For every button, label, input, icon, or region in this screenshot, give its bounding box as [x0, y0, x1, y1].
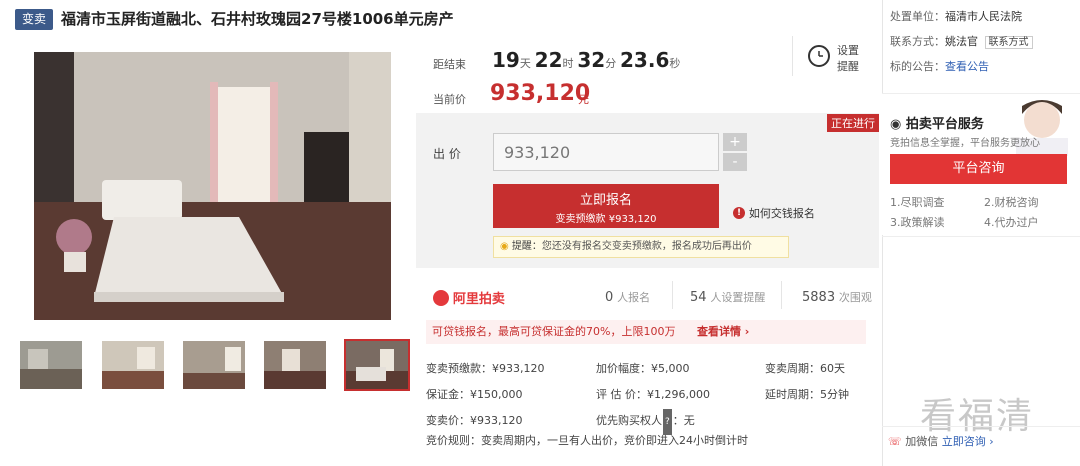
details-grid: 变卖预缴款：¥933,120 加价幅度：¥5,000 变卖周期：60天 保证金：¥1… [426, 356, 876, 435]
thumbnail-5-selected[interactable] [344, 339, 410, 391]
service-item-4[interactable]: 4.代办过户 [984, 214, 1039, 230]
right-sidebar: 处置单位：福清市人民法院 联系方式：姚法官 联系方式 标的公告：查看公告 ◉ 拍… [882, 0, 1080, 466]
current-price: 933,120 [490, 81, 591, 106]
sale-price-field: 变卖价：¥933,120 [426, 414, 523, 427]
reminder-count: 54 人设置提醒 [690, 290, 766, 305]
thumbnail-2[interactable] [102, 341, 164, 389]
info-icon: ! [733, 207, 745, 219]
service-item-1[interactable]: 1.尽职调查 [890, 194, 945, 210]
page-title: 福清市玉屏街道融北、石井村玫瑰园27号楼1006单元房产 [61, 10, 454, 28]
ali-auction-logo: 阿里拍卖 [433, 288, 505, 307]
service-icon: ◉ [890, 117, 902, 132]
bidding-rules: 竞价规则：变卖周期内，一旦有人出价，竞价即进入24小时倒计时 [426, 434, 748, 447]
guarantee-field: 保证金：¥150,000 [426, 388, 523, 401]
thumbnail-4[interactable] [264, 341, 326, 389]
increment-field: 加价幅度：¥5,000 [596, 362, 690, 375]
delay-field: 延时周期：5分钟 [765, 388, 849, 401]
appraisal-field: 评 估 价：¥1,296,000 [596, 388, 710, 401]
divider [792, 36, 793, 76]
deposit-field: 变卖预缴款：¥933,120 [426, 362, 545, 375]
period-field: 变卖周期：60天 [765, 362, 845, 375]
sale-type-badge: 变卖 [15, 9, 53, 30]
bid-label: 出 价 [433, 147, 461, 161]
view-count: 5883 次围观 [802, 290, 872, 305]
service-item-3[interactable]: 3.政策解读 [890, 214, 945, 230]
auction-info: 距结束 19天 22时 32分 23.6秒 设置 提醒 当前价 933,120 … [416, 31, 879, 113]
service-item-2[interactable]: 2.财税咨询 [984, 194, 1039, 210]
bid-panel: 正在进行 出 价 + - 立即报名 变卖预缴款 ¥933,120 ! 如何交钱报… [416, 113, 879, 268]
service-panel: ◉ 拍卖平台服务 竞拍信息全掌握，平台服务更放心 平台咨询 1.尽职调查 2.财… [882, 93, 1080, 235]
loan-banner: 可贷钱报名，最高可贷保证金的70%，上限100万 查看详情 › [426, 320, 866, 344]
auction-page: 变卖 福清市玉屏街道融北、石井村玫瑰园27号楼1006单元房产 距结束 19天 [0, 0, 1080, 466]
contact-info: 联系方式：姚法官 联系方式 [890, 33, 1033, 49]
countdown-timer: 19天 22时 32分 23.6秒 [492, 48, 681, 72]
watermark: 看福清 [920, 396, 1035, 437]
notice-info: 标的公告：查看公告 [890, 60, 989, 73]
platform-consult-button[interactable]: 平台咨询 [890, 154, 1067, 184]
service-subtitle: 竞拍信息全掌握，平台服务更放心 [890, 138, 1040, 149]
set-reminder-button[interactable]: 设置 提醒 [808, 43, 878, 83]
price-unit: 元 [578, 93, 589, 106]
wechat-consult-bar: ☏ 加微信 立即咨询 › [888, 435, 994, 448]
increase-bid-button[interactable]: + [723, 133, 747, 151]
decrease-bid-button[interactable]: - [723, 153, 747, 171]
signup-button[interactable]: 立即报名 变卖预缴款 ¥933,120 [493, 184, 719, 228]
main-photo[interactable] [34, 52, 391, 320]
service-title: ◉ 拍卖平台服务 [890, 117, 984, 132]
bid-amount-input[interactable] [493, 133, 719, 171]
platform-stats: 阿里拍卖 0 人报名 54 人设置提醒 5883 次围观 可贷钱报名，最高可贷保… [416, 270, 879, 466]
contact-button[interactable]: 联系方式 [984, 36, 1033, 49]
consult-icon: ☏ [888, 435, 902, 448]
view-notice-link[interactable]: 查看公告 [945, 60, 989, 73]
thumbnail-3[interactable] [183, 341, 245, 389]
consult-now-link[interactable]: 立即咨询 › [942, 435, 994, 448]
loan-details-link[interactable]: 查看详情 › [697, 325, 749, 338]
how-to-pay-link[interactable]: ! 如何交钱报名 [733, 205, 815, 221]
court-info: 处置单位：福清市人民法院 [890, 10, 1022, 23]
countdown-label: 距结束 [433, 58, 466, 71]
lightbulb-icon: ◉ [500, 241, 509, 252]
thumbnail-1[interactable] [20, 341, 82, 389]
status-badge: 正在进行 [827, 114, 879, 132]
signup-count: 0 人报名 [605, 290, 651, 305]
current-price-label: 当前价 [433, 93, 466, 106]
reminder-tip: ◉ 提醒：您还没有报名交变卖预缴款，报名成功后再出价 [493, 236, 789, 258]
alarm-clock-icon [808, 45, 830, 67]
priority-buyer-field: 优先购买权人? ：无 [596, 408, 695, 435]
